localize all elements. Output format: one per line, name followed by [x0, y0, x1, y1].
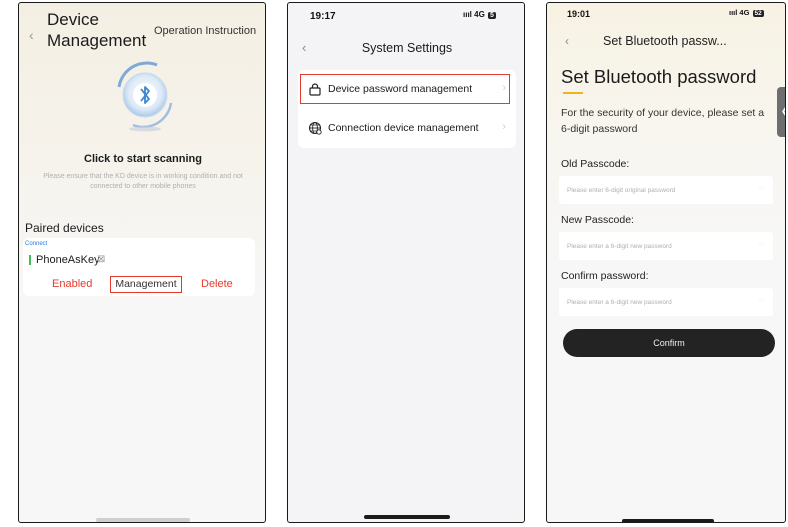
highlight-box	[300, 74, 510, 104]
home-indicator	[622, 519, 714, 522]
status-time: 19:01	[567, 9, 591, 19]
system-settings-screen: 19:17 ıııl 4G 5 ‹ System Settings Device…	[287, 2, 525, 523]
status-indicators: ıııl 4G 5	[463, 10, 496, 19]
title-accent-bar	[563, 92, 583, 94]
menu-item-label: Connection device management	[328, 122, 479, 134]
edit-icon[interactable]: ⊠	[97, 254, 105, 265]
back-icon[interactable]: ‹	[29, 27, 34, 43]
home-indicator	[364, 515, 450, 519]
battery-icon: 5	[488, 12, 496, 19]
connect-status: Connect	[25, 241, 48, 247]
operation-instruction-link[interactable]: Operation Instruction	[154, 25, 256, 37]
set-bluetooth-password-screen: 19:01 ıııl 4G 52 ‹ Set Bluetooth passw..…	[546, 2, 786, 523]
back-icon[interactable]: ‹	[565, 34, 569, 48]
scan-note: Please ensure that the KD device is in w…	[43, 173, 243, 190]
page-title: System Settings	[361, 41, 453, 55]
signal-indicator: ıııl 4G	[463, 10, 485, 19]
bluetooth-scan-button[interactable]	[107, 57, 183, 133]
confirm-password-input[interactable]	[559, 288, 773, 316]
signal-indicator: ıııl 4G	[729, 8, 750, 17]
new-passcode-label: New Passcode:	[561, 214, 634, 226]
enabled-button[interactable]: Enabled	[52, 278, 92, 290]
page-title: Set Bluetooth password	[561, 66, 757, 87]
delete-button[interactable]: Delete	[201, 278, 233, 290]
device-management-screen: ‹ Device Management Operation Instructio…	[18, 2, 266, 523]
eye-icon[interactable]: ◌	[759, 297, 763, 304]
page-description: For the security of your device, please …	[561, 107, 765, 135]
old-passcode-label: Old Passcode:	[561, 158, 630, 170]
device-status-bar	[29, 255, 31, 265]
eye-icon[interactable]: ◌	[759, 241, 763, 248]
new-passcode-input[interactable]	[559, 232, 773, 260]
page-title: Device Management	[47, 10, 147, 50]
confirm-button[interactable]: Confirm	[563, 329, 775, 357]
status-time: 19:17	[310, 11, 336, 22]
menu-item-connection-device[interactable]: Connection device management ›	[298, 113, 516, 143]
chevron-right-icon: ›	[502, 121, 506, 133]
management-button[interactable]: Management	[110, 276, 182, 293]
old-passcode-input[interactable]	[559, 176, 773, 204]
status-indicators: ıııl 4G 52	[729, 8, 764, 17]
eye-icon[interactable]: ◌	[759, 185, 763, 192]
side-drawer-handle[interactable]: ❮	[777, 87, 785, 137]
device-name: PhoneAsKey	[36, 254, 100, 266]
bluetooth-icon	[117, 61, 173, 132]
home-indicator	[96, 518, 190, 522]
confirm-password-label: Confirm password:	[561, 270, 649, 282]
scan-title: Click to start scanning	[84, 153, 202, 165]
paired-devices-heading: Paired devices	[25, 221, 104, 235]
globe-icon	[308, 121, 322, 135]
battery-icon: 52	[752, 10, 764, 17]
nav-title: Set Bluetooth passw...	[603, 34, 727, 48]
